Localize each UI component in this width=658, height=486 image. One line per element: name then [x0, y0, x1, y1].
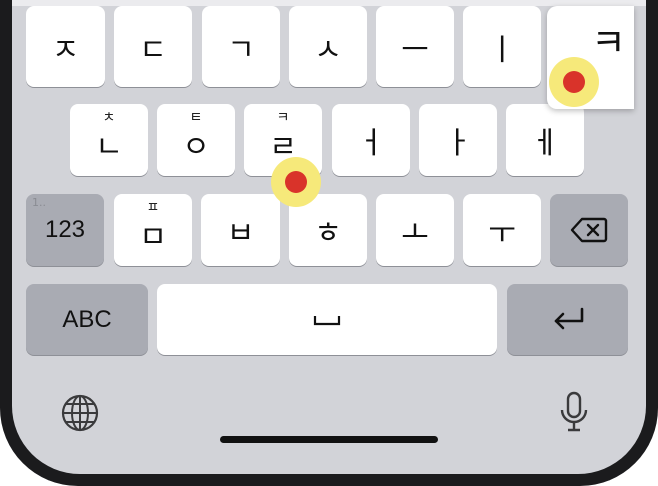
key-label: ㅜ: [488, 216, 516, 251]
numbers-key-hint: 1..: [32, 196, 46, 209]
key-row2-4[interactable]: ㅓ: [332, 104, 410, 176]
numbers-key[interactable]: 1.. 123: [26, 194, 104, 266]
key-row3-2[interactable]: ㅂ: [201, 194, 280, 266]
key-label: ㅔ: [531, 126, 559, 161]
key-sub-label: ㅋ: [276, 110, 290, 126]
home-indicator: [220, 436, 438, 443]
key-label: ㄱ: [227, 32, 255, 68]
key-row2-1[interactable]: ㅊ ㄴ: [70, 104, 148, 176]
space-key[interactable]: [157, 284, 497, 355]
key-row2-5[interactable]: ㅏ: [419, 104, 497, 176]
key-label: ㅂ: [226, 216, 255, 251]
key-sub-label: ㅊ: [102, 110, 116, 126]
popup-char: ㅋ: [591, 21, 626, 65]
abc-key[interactable]: ABC: [26, 284, 148, 355]
key-label: ㅡ: [401, 32, 429, 68]
backspace-icon: [570, 217, 608, 243]
key-label: ㅎ: [314, 216, 342, 251]
key-label: ㅅ: [314, 32, 342, 68]
key-row3-1[interactable]: ㅍ ㅁ: [114, 194, 192, 266]
key-label: ㅣ: [488, 32, 516, 68]
key-row1-5[interactable]: ㅡ: [376, 6, 454, 87]
globe-icon[interactable]: [60, 393, 100, 433]
key-row3-4[interactable]: ㅗ: [376, 194, 454, 266]
key-row1-3[interactable]: ㄱ: [202, 6, 280, 87]
return-key[interactable]: [507, 284, 628, 355]
key-label: ㄴ: [95, 130, 123, 165]
key-label: ㅈ: [51, 32, 80, 68]
key-label: ㅇ: [182, 130, 210, 165]
tap-indicator: [271, 157, 321, 207]
microphone-icon[interactable]: [558, 390, 590, 434]
key-row1-1[interactable]: ㅈ: [26, 6, 105, 87]
key-row1-4[interactable]: ㅅ: [289, 6, 367, 87]
key-row2-2[interactable]: ㅌ ㅇ: [157, 104, 235, 176]
key-row1-6[interactable]: ㅣ: [463, 6, 541, 87]
key-label: ㅁ: [139, 220, 167, 255]
key-label: ㅗ: [401, 216, 429, 251]
key-label: ㅓ: [357, 126, 385, 161]
key-row3-5[interactable]: ㅜ: [463, 194, 541, 266]
backspace-key[interactable]: [550, 194, 628, 266]
key-sub-label: ㅌ: [189, 110, 203, 126]
key-label: ㅏ: [444, 126, 472, 161]
return-icon: [554, 307, 583, 329]
key-sub-label: ㅍ: [146, 200, 160, 216]
key-row1-2[interactable]: ㄷ: [114, 6, 192, 87]
tap-indicator: [549, 57, 599, 107]
numbers-key-label: 123: [44, 216, 86, 243]
key-row2-6[interactable]: ㅔ: [506, 104, 584, 176]
key-label: ㄷ: [139, 32, 167, 68]
space-icon: [313, 315, 341, 325]
abc-key-label: ABC: [62, 305, 112, 333]
